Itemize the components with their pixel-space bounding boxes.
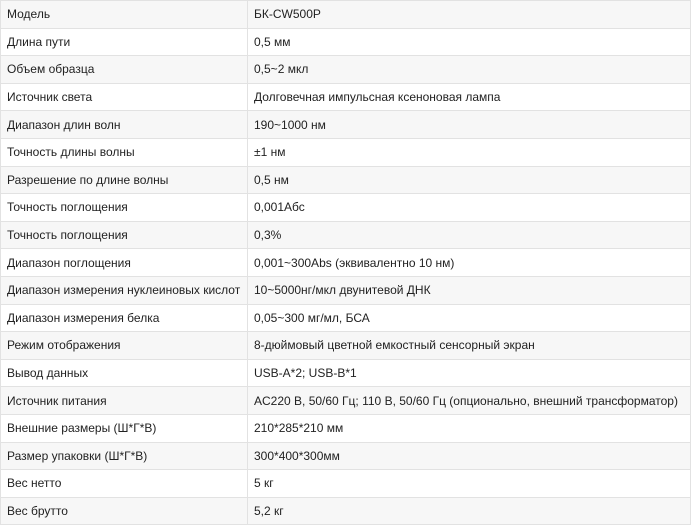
- spec-label: Размер упаковки (Ш*Г*В): [0, 441, 248, 471]
- spec-value: 5 кг: [247, 469, 691, 498]
- spec-value: 8-дюймовый цветной емкостный сенсорный э…: [247, 331, 691, 360]
- spec-label: Точность длины волны: [0, 137, 248, 167]
- table-row: Диапазон поглощения 0,001~300Abs (эквивал…: [0, 248, 691, 277]
- spec-value: 190~1000 нм: [247, 110, 691, 139]
- table-row: Источник питания AC220 В, 50/60 Гц; 110 В…: [0, 386, 691, 415]
- spec-label: Точность поглощения: [0, 220, 248, 250]
- table-row: Диапазон длин волн 190~1000 нм: [0, 110, 691, 139]
- spec-value: USB-A*2; USB-B*1: [247, 358, 691, 388]
- spec-label: Режим отображения: [0, 331, 248, 360]
- spec-table-body: Модель БК-CW500P Длина пути 0,5 мм Объем обр…: [0, 0, 691, 526]
- table-row: Диапазон измерения белка 0,05~300 мг/мл, …: [0, 303, 691, 333]
- spec-value: 0,5 мм: [247, 27, 691, 57]
- spec-value: БК-CW500P: [247, 0, 691, 29]
- spec-label: Внешние размеры (Ш*Г*В): [0, 413, 248, 443]
- spec-label: Длина пути: [0, 27, 248, 57]
- table-row: Размер упаковки (Ш*Г*В) 300*400*300мм: [0, 441, 691, 471]
- table-row: Вес брутто 5,2 кг: [0, 496, 691, 526]
- spec-table: Модель БК-CW500P Длина пути 0,5 мм Объем обр…: [0, 0, 691, 526]
- spec-value: 0,001~300Abs (эквивалентно 10 нм): [247, 248, 691, 277]
- table-row: Вывод данных USB-A*2; USB-B*1: [0, 358, 691, 388]
- table-row: Точность поглощения 0,3%: [0, 220, 691, 250]
- spec-label: Диапазон измерения нуклеиновых кислот: [0, 275, 248, 305]
- table-row: Модель БК-CW500P: [0, 0, 691, 29]
- spec-label: Вес нетто: [0, 469, 248, 498]
- table-row: Источник света Долговечная импульсная ксе…: [0, 82, 691, 112]
- spec-label: Вес брутто: [0, 496, 248, 526]
- spec-value: 10~5000нг/мкл двунитевой ДНК: [247, 275, 691, 305]
- table-row: Диапазон измерения нуклеиновых кислот 10~…: [0, 275, 691, 305]
- table-row: Разрешение по длине волны 0,5 нм: [0, 165, 691, 195]
- spec-value: 0,3%: [247, 220, 691, 250]
- spec-value: 0,5~2 мкл: [247, 55, 691, 84]
- spec-label: Источник света: [0, 82, 248, 112]
- spec-label: Источник питания: [0, 386, 248, 415]
- spec-value: 210*285*210 мм: [247, 413, 691, 443]
- table-row: Вес нетто 5 кг: [0, 469, 691, 498]
- spec-label: Объем образца: [0, 55, 248, 84]
- table-row: Длина пути 0,5 мм: [0, 27, 691, 57]
- spec-value: 0,5 нм: [247, 165, 691, 195]
- spec-label: Диапазон измерения белка: [0, 303, 248, 333]
- spec-label: Точность поглощения: [0, 193, 248, 222]
- spec-value: ±1 нм: [247, 137, 691, 167]
- table-row: Внешние размеры (Ш*Г*В) 210*285*210 мм: [0, 413, 691, 443]
- spec-value: Долговечная импульсная ксеноновая лампа: [247, 82, 691, 112]
- table-row: Точность поглощения 0,001Абс: [0, 193, 691, 222]
- table-row: Точность длины волны ±1 нм: [0, 137, 691, 167]
- spec-label: Разрешение по длине волны: [0, 165, 248, 195]
- spec-value: AC220 В, 50/60 Гц; 110 В, 50/60 Гц (опци…: [247, 386, 691, 415]
- table-row: Объем образца 0,5~2 мкл: [0, 55, 691, 84]
- table-row: Режим отображения 8-дюймовый цветной емко…: [0, 331, 691, 360]
- spec-label: Диапазон поглощения: [0, 248, 248, 277]
- spec-label: Диапазон длин волн: [0, 110, 248, 139]
- spec-value: 0,001Абс: [247, 193, 691, 222]
- spec-label: Вывод данных: [0, 358, 248, 388]
- spec-label: Модель: [0, 0, 248, 29]
- spec-value: 5,2 кг: [247, 496, 691, 526]
- spec-value: 0,05~300 мг/мл, БСА: [247, 303, 691, 333]
- spec-value: 300*400*300мм: [247, 441, 691, 471]
